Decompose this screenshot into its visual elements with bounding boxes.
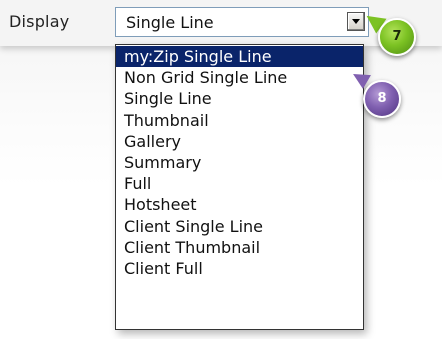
option-client-thumbnail[interactable]: Client Thumbnail <box>116 237 363 258</box>
option-hotsheet[interactable]: Hotsheet <box>116 194 363 215</box>
option-summary[interactable]: Summary <box>116 152 363 173</box>
option-non-grid-single-line[interactable]: Non Grid Single Line <box>116 67 363 88</box>
display-options-dropdown: my:Zip Single Line Non Grid Single Line … <box>115 44 364 330</box>
display-setting-panel: Display Single Line my:Zip Single Line N… <box>0 0 442 339</box>
option-single-line[interactable]: Single Line <box>116 88 363 109</box>
display-label: Display <box>9 12 70 31</box>
display-select[interactable]: Single Line <box>115 7 369 37</box>
option-client-full[interactable]: Client Full <box>116 258 363 279</box>
option-gallery[interactable]: Gallery <box>116 131 363 152</box>
callout-badge-7: 7 <box>378 18 416 56</box>
chevron-down-icon <box>352 19 360 24</box>
option-client-single-line[interactable]: Client Single Line <box>116 216 363 237</box>
display-options-list: my:Zip Single Line Non Grid Single Line … <box>116 45 363 279</box>
option-full[interactable]: Full <box>116 173 363 194</box>
display-select-value: Single Line <box>126 13 214 32</box>
option-my-zip-single-line[interactable]: my:Zip Single Line <box>116 46 363 68</box>
callout-badge-8: 8 <box>363 80 401 118</box>
option-thumbnail[interactable]: Thumbnail <box>116 110 363 131</box>
